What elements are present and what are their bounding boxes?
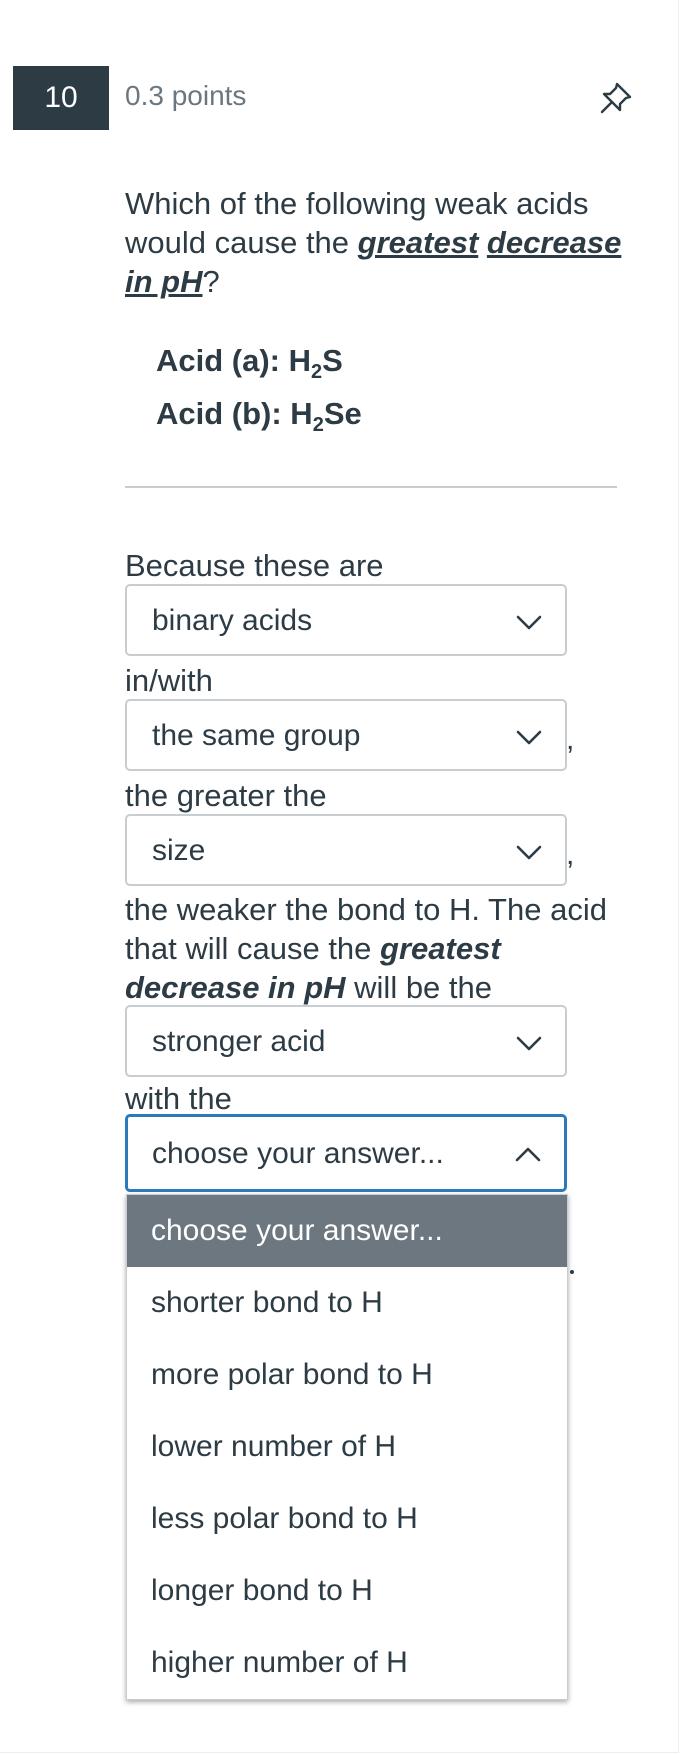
dropdown-option[interactable]: shorter bond to H xyxy=(127,1267,567,1339)
emphasis-greatest: greatest xyxy=(357,225,479,260)
chevron-down-icon xyxy=(516,1036,542,1051)
dropdown-acid-type-value: binary acids xyxy=(152,604,313,637)
dropdown-options-list: choose your answer... shorter bond to H … xyxy=(126,1194,568,1700)
question-card: 10 0.3 points Which of the following wea… xyxy=(0,0,679,1753)
dropdown-option[interactable]: longer bond to H xyxy=(127,1555,567,1627)
question-number: 10 xyxy=(44,81,78,114)
answer-text-line3: the greater the xyxy=(125,778,327,813)
acid-list: Acid (a): H2S Acid (b): H2Se xyxy=(156,340,362,446)
dropdown-option[interactable]: choose your answer... xyxy=(127,1195,567,1267)
dropdown-acid-strength[interactable]: stronger acid xyxy=(125,1005,567,1077)
question-text: Which of the following weak acids would … xyxy=(125,186,622,299)
dropdown-option[interactable]: higher number of H xyxy=(127,1627,567,1699)
dropdown-option[interactable]: lower number of H xyxy=(127,1411,567,1483)
dropdown-property-value: size xyxy=(152,834,206,867)
divider xyxy=(125,486,617,488)
question-number-badge: 10 xyxy=(13,66,109,130)
acid-b: Acid (b): H2Se xyxy=(156,396,362,437)
dropdown-group-period-value: the same group xyxy=(152,719,361,752)
dropdown-bond-property-value: choose your answer... xyxy=(152,1137,444,1170)
chevron-down-icon xyxy=(516,730,542,745)
dropdown-acid-strength-value: stronger acid xyxy=(152,1025,326,1058)
question-points: 0.3 points xyxy=(125,80,247,111)
answer-text-line4: the weaker the bond to H. The acid that … xyxy=(125,892,607,1005)
answer-text-line5: with the xyxy=(125,1081,232,1116)
dropdown-group-period[interactable]: the same group xyxy=(125,699,567,771)
chevron-down-icon xyxy=(516,845,542,860)
acid-a: Acid (a): H2S xyxy=(156,343,343,384)
answer-text-line2: in/with xyxy=(125,663,213,698)
chevron-down-icon xyxy=(516,615,542,630)
period-mark xyxy=(570,1270,574,1274)
pin-icon[interactable] xyxy=(596,78,636,118)
dropdown-option[interactable]: less polar bond to H xyxy=(127,1483,567,1555)
comma: , xyxy=(566,838,575,871)
comma: , xyxy=(566,723,575,756)
answer-text-line1: Because these are xyxy=(125,548,384,583)
dropdown-bond-property[interactable]: choose your answer... xyxy=(125,1114,567,1192)
dropdown-property[interactable]: size xyxy=(125,814,567,886)
chevron-up-icon xyxy=(515,1147,541,1162)
dropdown-option[interactable]: more polar bond to H xyxy=(127,1339,567,1411)
dropdown-acid-type[interactable]: binary acids xyxy=(125,584,567,656)
